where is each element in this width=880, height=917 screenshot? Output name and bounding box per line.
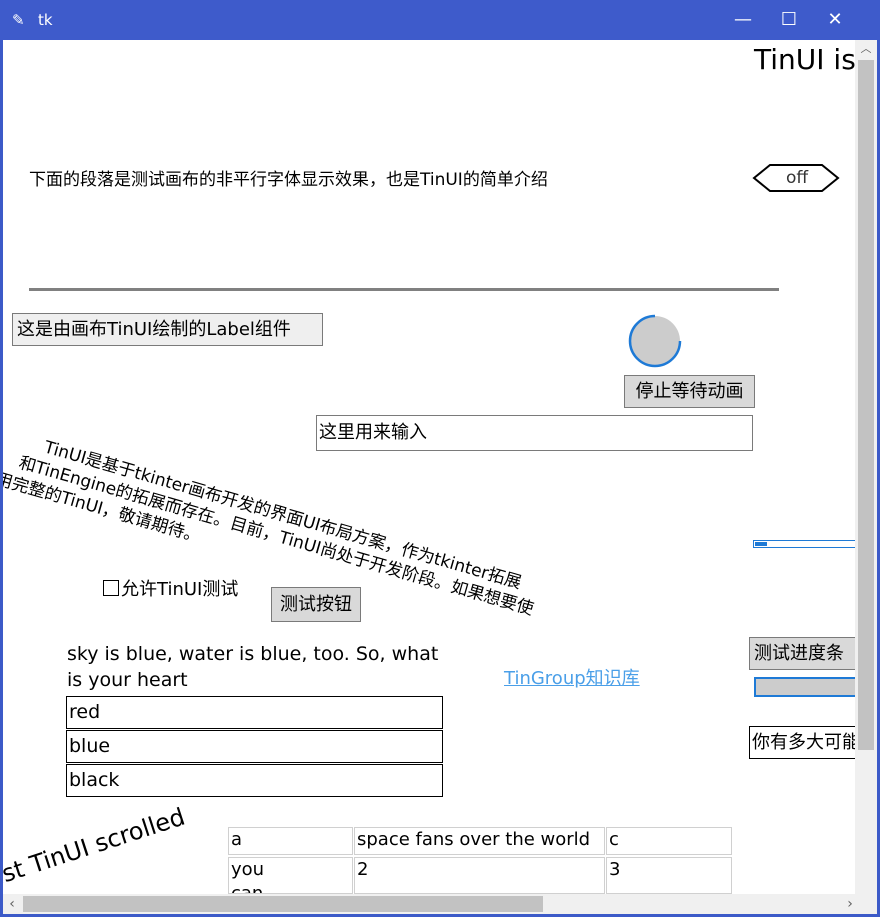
table-header-cell: a [228, 827, 353, 855]
test-button[interactable]: 测试按钮 [271, 587, 361, 622]
chevron-left-icon[interactable]: ‹ [3, 894, 21, 914]
switch-label[interactable]: off [752, 166, 842, 190]
progress-bar [754, 677, 855, 697]
tingroup-link[interactable]: TinGroup知识库 [504, 667, 640, 691]
window-border-left [0, 40, 3, 917]
allow-test-checkbox[interactable] [103, 580, 119, 596]
chevron-up-icon[interactable]: ︿ [855, 40, 877, 58]
stop-wait-animation-button[interactable]: 停止等待动画 [624, 375, 755, 408]
label-widget: 这是由画布TinUI绘制的Label组件 [12, 313, 323, 346]
horizontal-scroll-thumb[interactable] [23, 896, 543, 912]
minimize-button[interactable]: — [720, 0, 766, 40]
title-bar: ✎ tk — ☐ ✕ [0, 0, 880, 40]
window-title: tk [38, 11, 53, 29]
horizontal-scrollbar[interactable]: ‹ › [3, 894, 877, 914]
tinui-canvas: TinUI is 下面的段落是测试画布的非平行字体显示效果，也是TinUI的简单… [3, 40, 855, 894]
maximize-button[interactable]: ☐ [766, 0, 812, 40]
question-text: sky is blue, water is blue, too. So, wha… [67, 641, 438, 693]
app-window: ✎ tk — ☐ ✕ TinUI is 下面的段落是测试画布的非平行字体显示效果… [0, 0, 880, 917]
question-text-line-2: is your heart [67, 669, 188, 691]
chevron-right-icon[interactable]: › [841, 894, 859, 914]
table-row: you can [228, 857, 353, 894]
close-button[interactable]: ✕ [812, 0, 858, 40]
header-title: TinUI is [754, 43, 855, 76]
separator-line [29, 288, 779, 291]
allow-test-checkbox-label[interactable]: 允许TinUI测试 [121, 578, 238, 602]
scrolled-text: test TinUI scrolled [3, 802, 189, 894]
feather-icon: ✎ [12, 11, 25, 29]
table-cell: can [231, 883, 264, 894]
slider-handle[interactable] [755, 542, 767, 546]
vertical-scrollbar[interactable]: ︿ [855, 40, 877, 894]
spinner-icon [628, 314, 682, 368]
option-red[interactable]: red [66, 696, 443, 729]
question-text-line-1: sky is blue, water is blue, too. So, wha… [67, 643, 439, 665]
table-cell: 2 [354, 857, 605, 894]
table-cell: you [231, 859, 265, 880]
vertical-scroll-thumb[interactable] [858, 60, 874, 750]
slider-track[interactable] [753, 540, 855, 548]
partial-entry[interactable]: 你有多大可能 [749, 726, 855, 759]
intro-text: 下面的段落是测试画布的非平行字体显示效果，也是TinUI的简单介绍 [29, 170, 548, 190]
text-entry[interactable]: 这里用来输入 [316, 415, 753, 451]
test-progress-button[interactable]: 测试进度条 [749, 637, 855, 670]
rotated-line-2: 和TinEngine的拓展而存在。目前，TinUI尚处于开发阶段。如果想要使 [16, 453, 536, 620]
table-cell: 3 [606, 857, 732, 894]
table-header-cell: c [606, 827, 732, 855]
table-header-cell: space fans over the world [354, 827, 605, 855]
option-black[interactable]: black [66, 764, 443, 797]
option-blue[interactable]: blue [66, 730, 443, 763]
